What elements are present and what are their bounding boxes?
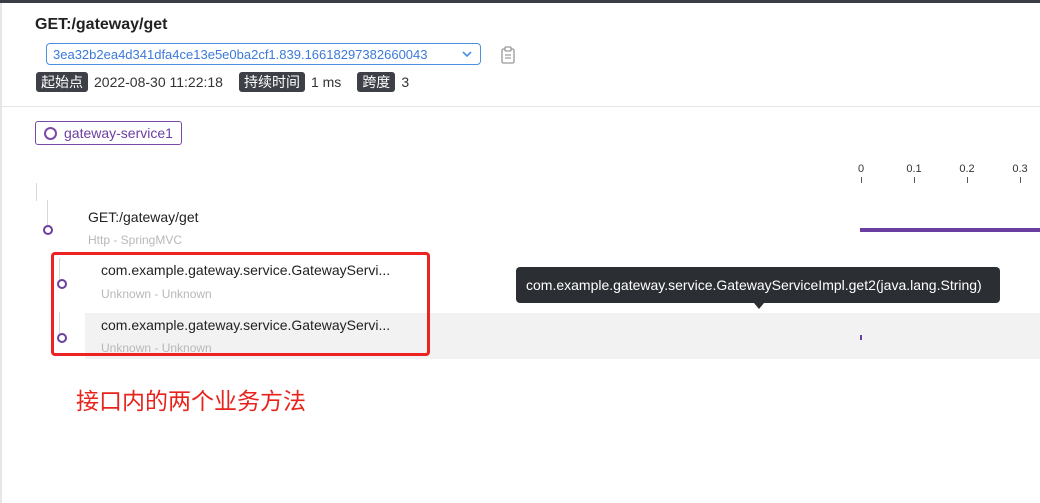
span-count-value: 3 xyxy=(401,74,410,90)
duration-label: 持续时间 xyxy=(238,72,305,92)
span-tooltip: com.example.gateway.service.GatewayServi… xyxy=(516,267,1000,309)
timeline-tick: 0.3 xyxy=(1005,163,1035,183)
duration-value: 1 ms xyxy=(310,74,342,90)
tree-connector xyxy=(36,183,37,201)
timeline-tick: 0.2 xyxy=(952,163,982,183)
trace-id-select[interactable]: 3ea32b2ea4d341dfa4ce13e5e0ba2cf1.839.166… xyxy=(46,43,481,65)
annotation-highlight-box xyxy=(51,252,430,356)
top-bar xyxy=(0,0,1040,3)
span-duration-bar[interactable] xyxy=(860,228,1040,232)
tooltip-text: com.example.gateway.service.GatewayServi… xyxy=(526,277,982,293)
span-duration-bar[interactable] xyxy=(860,335,862,340)
trace-id-value: 3ea32b2ea4d341dfa4ce13e5e0ba2cf1.839.166… xyxy=(53,46,428,62)
start-label: 起始点 xyxy=(36,72,88,92)
span-node xyxy=(43,225,53,235)
timeline-tick: 0 xyxy=(846,163,876,183)
tree-connector xyxy=(47,200,48,228)
chevron-down-icon xyxy=(462,51,472,58)
trace-meta: 起始点 2022-08-30 11:22:18 持续时间 1 ms 跨度 3 xyxy=(36,71,409,93)
page-title: GET:/gateway/get xyxy=(35,16,168,33)
clipboard-icon[interactable] xyxy=(500,46,516,64)
left-border xyxy=(0,3,2,503)
span-count-label: 跨度 xyxy=(357,72,396,92)
start-value: 2022-08-30 11:22:18 xyxy=(94,74,223,90)
span-type: Http - SpringMVC xyxy=(88,233,183,247)
circle-icon xyxy=(44,126,57,140)
tooltip-arrow xyxy=(754,303,764,309)
span-name[interactable]: GET:/gateway/get xyxy=(88,209,199,225)
header-divider xyxy=(0,106,1040,107)
timeline-tick: 0.1 xyxy=(899,163,929,183)
service-name: gateway-service1 xyxy=(64,125,173,141)
annotation-text: 接口内的两个业务方法 xyxy=(76,389,306,415)
service-filter-chip[interactable]: gateway-service1 xyxy=(35,121,182,145)
